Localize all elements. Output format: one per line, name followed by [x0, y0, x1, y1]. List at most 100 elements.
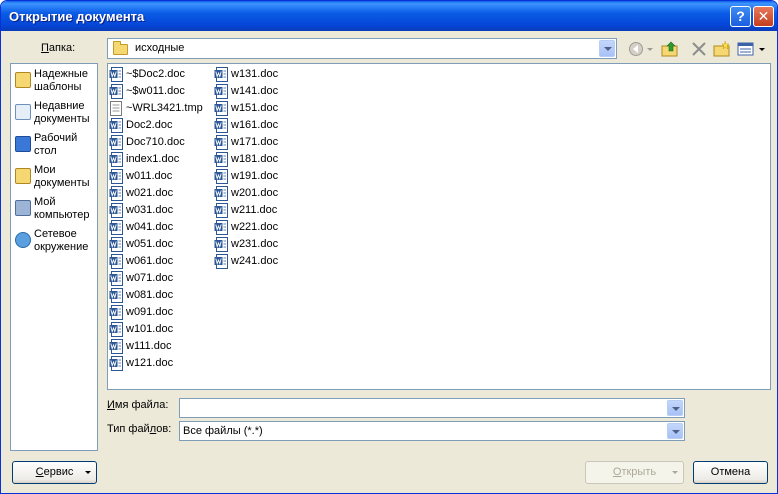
chevron-down-icon — [85, 471, 91, 474]
lookin-label: Папка: — [41, 42, 76, 54]
file-name: w051.doc — [126, 238, 174, 250]
word-document-icon — [109, 135, 123, 150]
word-document-icon — [109, 84, 123, 99]
file-name: w081.doc — [126, 289, 174, 301]
place-my-computer[interactable]: Мой компьютер — [13, 194, 97, 224]
filetype-select[interactable]: Все файлы (*.*) — [179, 421, 685, 441]
word-document-icon — [109, 220, 123, 235]
place-my-documents[interactable]: Мои документы — [13, 162, 97, 192]
file-name: w161.doc — [231, 119, 279, 131]
window-title: Открытие документа — [9, 9, 145, 24]
file-name: index1.doc — [126, 153, 180, 165]
chevron-down-icon[interactable] — [667, 423, 683, 439]
place-label: Надежные шаблоны — [34, 68, 88, 93]
file-name: ~$Doc2.doc — [126, 68, 186, 80]
place-network[interactable]: Сетевое окружение — [13, 226, 97, 256]
cancel-button[interactable]: Отмена — [693, 461, 768, 484]
open-button-label: Открыть — [612, 466, 657, 478]
word-document-icon — [109, 305, 123, 320]
chevron-down-icon[interactable] — [667, 400, 683, 416]
place-desktop[interactable]: Рабочий стол — [13, 130, 97, 160]
file-name: w021.doc — [126, 187, 174, 199]
filetype-label: Тип файлов: — [107, 423, 172, 435]
word-document-icon — [109, 254, 123, 269]
place-trusted-templates[interactable]: Надежные шаблоны — [13, 66, 97, 96]
word-document-icon — [214, 101, 228, 116]
file-name: w091.doc — [126, 306, 174, 318]
file-name: w151.doc — [231, 102, 279, 114]
word-document-icon — [109, 237, 123, 252]
title-bar: Открытие документа ? ✕ — [1, 1, 777, 31]
file-name: w071.doc — [126, 272, 174, 284]
file-name: w111.doc — [126, 340, 172, 352]
recent-documents-icon — [15, 104, 31, 120]
file-name: Doc710.doc — [126, 136, 185, 148]
file-name: w011.doc — [126, 170, 173, 182]
delete-icon[interactable] — [690, 40, 708, 58]
word-document-icon — [214, 169, 228, 184]
file-name: w141.doc — [231, 85, 279, 97]
filename-label: Имя файла: — [107, 399, 169, 411]
word-document-icon — [214, 186, 228, 201]
word-document-icon — [109, 169, 123, 184]
file-name: w231.doc — [231, 238, 279, 250]
chevron-down-icon[interactable] — [599, 40, 615, 57]
filetype-value: Все файлы (*.*) — [183, 425, 263, 437]
word-document-icon — [214, 237, 228, 252]
places-bar: Надежные шаблоны Недавние документы Рабо… — [10, 63, 98, 451]
word-document-icon — [214, 135, 228, 150]
word-document-icon — [214, 152, 228, 167]
word-document-icon — [214, 220, 228, 235]
open-button[interactable]: Открыть — [585, 461, 684, 484]
chevron-down-icon — [672, 471, 678, 474]
lookin-combo[interactable]: исходные — [107, 38, 617, 59]
views-dropdown-icon[interactable] — [757, 40, 767, 58]
file-name: w221.doc — [231, 221, 279, 233]
place-label: Сетевое окружение — [34, 228, 89, 253]
word-document-icon — [109, 118, 123, 133]
back-icon[interactable] — [628, 40, 646, 58]
views-icon[interactable] — [737, 40, 755, 58]
tmp-file-icon — [110, 101, 122, 116]
word-document-icon — [109, 288, 123, 303]
place-label: Мой компьютер — [34, 196, 90, 221]
folder-icon — [113, 41, 128, 55]
open-document-dialog: Открытие документа ? ✕ Папка: исходные Н… — [0, 0, 778, 494]
word-document-icon — [109, 67, 123, 82]
file-name: ~WRL3421.tmp — [126, 102, 203, 114]
tools-button-label: Сервис — [35, 466, 74, 478]
network-icon — [15, 232, 31, 248]
tools-button[interactable]: Сервис — [12, 461, 97, 484]
file-name: w201.doc — [231, 187, 279, 199]
file-name: w181.doc — [231, 153, 279, 165]
file-name: w101.doc — [126, 323, 174, 335]
help-button[interactable]: ? — [730, 6, 751, 27]
file-name: w041.doc — [126, 221, 174, 233]
file-name: w121.doc — [126, 357, 174, 369]
file-name: w061.doc — [126, 255, 174, 267]
up-folder-icon[interactable] — [661, 40, 679, 58]
new-folder-icon[interactable] — [713, 40, 731, 58]
word-document-icon — [109, 322, 123, 337]
word-document-icon — [109, 203, 123, 218]
file-name: w171.doc — [231, 136, 279, 148]
word-document-icon — [109, 339, 123, 354]
my-computer-icon — [15, 200, 31, 216]
filename-input[interactable] — [179, 398, 685, 418]
word-document-icon — [109, 152, 123, 167]
word-document-icon — [214, 67, 228, 82]
file-list[interactable]: ~$Doc2.doc ~$w011.doc ~WRL3421.tmp Doc2.doc… — [107, 63, 771, 390]
word-document-icon — [109, 356, 123, 371]
back-dropdown-icon[interactable] — [646, 40, 654, 58]
close-button[interactable]: ✕ — [753, 6, 774, 27]
place-label: Рабочий стол — [34, 132, 78, 157]
word-document-icon — [109, 186, 123, 201]
file-name: ~$w011.doc — [126, 85, 185, 97]
file-name: w191.doc — [231, 170, 279, 182]
file-name: Doc2.doc — [126, 119, 173, 131]
word-document-icon — [214, 118, 228, 133]
lookin-value: исходные — [135, 42, 185, 54]
place-recent-documents[interactable]: Недавние документы — [13, 98, 97, 128]
trusted-templates-icon — [15, 72, 31, 88]
word-document-icon — [214, 254, 228, 269]
